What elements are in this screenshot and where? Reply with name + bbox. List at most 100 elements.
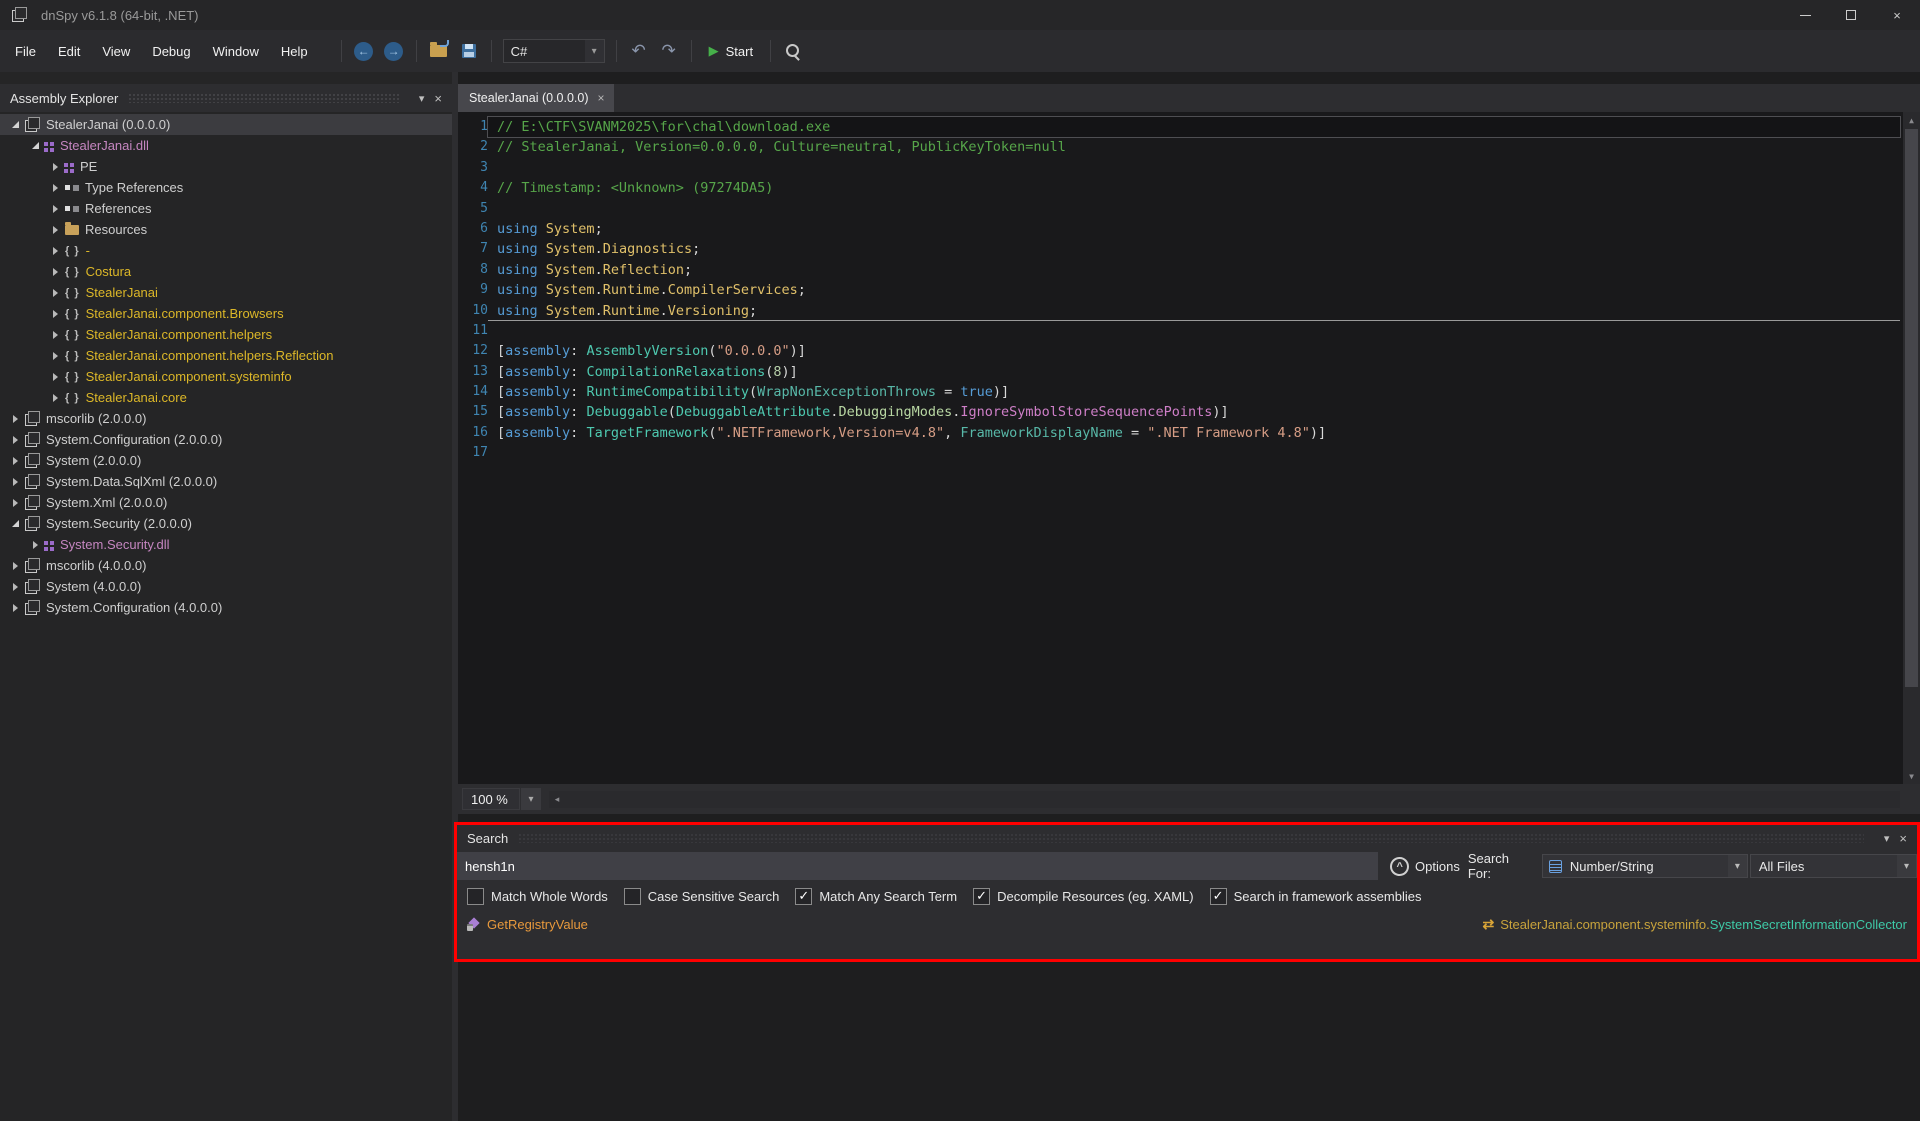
search-for-dropdown[interactable]: Number/String ▾ — [1542, 854, 1748, 878]
expand-icon[interactable] — [28, 541, 42, 549]
menu-view[interactable]: View — [91, 38, 141, 65]
search-result-location[interactable]: ⇄ StealerJanai.component.systeminfo.Syst… — [1482, 916, 1907, 933]
expand-icon[interactable] — [8, 604, 22, 612]
tree-item[interactable]: mscorlib (4.0.0.0) — [0, 555, 452, 576]
menu-help[interactable]: Help — [270, 38, 319, 65]
start-debugging-button[interactable]: ▶ Start — [699, 43, 763, 59]
checked-checkbox[interactable]: ✓ — [973, 888, 990, 905]
tree-item[interactable]: { }StealerJanai.component.systeminfo — [0, 366, 452, 387]
file-filter-dropdown[interactable]: All Files ▾ — [1750, 854, 1917, 878]
save-all-button[interactable] — [454, 37, 484, 65]
options-label[interactable]: Options — [1415, 859, 1460, 874]
vertical-scrollbar[interactable]: ▲ ▼ — [1903, 112, 1920, 784]
tree-item[interactable]: System.Data.SqlXml (2.0.0.0) — [0, 471, 452, 492]
expand-icon[interactable] — [48, 352, 62, 360]
navigate-back-button[interactable]: ← — [349, 37, 379, 65]
tree-item[interactable]: { }StealerJanai.component.helpers — [0, 324, 452, 345]
tree-item[interactable]: PE — [0, 156, 452, 177]
chevron-down-icon[interactable]: ▾ — [1728, 855, 1747, 877]
scroll-up-icon[interactable]: ▲ — [1903, 112, 1920, 128]
expand-icon[interactable] — [48, 289, 62, 297]
tree-item[interactable]: Resources — [0, 219, 452, 240]
tree-item[interactable]: System (4.0.0.0) — [0, 576, 452, 597]
code-editor[interactable]: 1// E:\CTF\SVANM2025\for\chal\download.e… — [458, 112, 1920, 784]
checked-checkbox[interactable]: ✓ — [1210, 888, 1227, 905]
expand-icon[interactable] — [8, 499, 22, 507]
tree-item[interactable]: { }Costura — [0, 261, 452, 282]
close-panel-icon[interactable]: × — [1899, 831, 1907, 846]
tree-item[interactable]: System.Configuration (4.0.0.0) — [0, 597, 452, 618]
language-combobox[interactable]: C# ▾ — [503, 39, 605, 63]
tree-item[interactable]: System.Xml (2.0.0.0) — [0, 492, 452, 513]
close-panel-icon[interactable]: × — [434, 91, 442, 106]
minimize-button[interactable] — [1782, 0, 1828, 30]
expand-icon[interactable] — [8, 457, 22, 465]
menu-file[interactable]: File — [4, 38, 47, 65]
maximize-button[interactable] — [1828, 0, 1874, 30]
expand-icon[interactable] — [8, 478, 22, 486]
collapse-icon[interactable] — [28, 142, 42, 149]
tree-item[interactable]: Type References — [0, 177, 452, 198]
undo-button[interactable]: ↶ — [624, 37, 654, 65]
tree-item[interactable]: StealerJanai.dll — [0, 135, 452, 156]
checked-checkbox[interactable]: ✓ — [795, 888, 812, 905]
close-button[interactable]: × — [1874, 0, 1920, 30]
tree-item[interactable]: { }StealerJanai — [0, 282, 452, 303]
tree-item[interactable]: References — [0, 198, 452, 219]
unchecked-checkbox[interactable] — [467, 888, 484, 905]
expand-icon[interactable] — [48, 373, 62, 381]
scroll-left-icon[interactable]: ◂ — [549, 794, 565, 805]
scroll-down-icon[interactable]: ▼ — [1903, 768, 1920, 784]
menu-window[interactable]: Window — [202, 38, 270, 65]
expand-icon[interactable] — [48, 184, 62, 192]
expand-icon[interactable] — [48, 310, 62, 318]
navigate-forward-button[interactable]: → — [379, 37, 409, 65]
expand-icon[interactable] — [48, 331, 62, 339]
tree-item[interactable]: { }StealerJanai.component.Browsers — [0, 303, 452, 324]
tab-close-icon[interactable]: × — [598, 91, 605, 105]
expand-icon[interactable] — [48, 394, 62, 402]
expand-icon[interactable] — [8, 583, 22, 591]
options-toggle-icon[interactable]: ^ — [1390, 857, 1409, 876]
expand-icon[interactable] — [48, 226, 62, 234]
expand-icon[interactable] — [48, 163, 62, 171]
tab-stealerjanai[interactable]: StealerJanai (0.0.0.0) × — [458, 84, 614, 112]
tree-item[interactable]: System.Configuration (2.0.0.0) — [0, 429, 452, 450]
checkbox-decompile-resources-eg-xaml-[interactable]: ✓Decompile Resources (eg. XAML) — [973, 888, 1194, 905]
tree-item[interactable]: System.Security.dll — [0, 534, 452, 555]
tree-item[interactable]: mscorlib (2.0.0.0) — [0, 408, 452, 429]
expand-icon[interactable] — [8, 562, 22, 570]
redo-button[interactable]: ↷ — [654, 37, 684, 65]
menu-edit[interactable]: Edit — [47, 38, 91, 65]
checkbox-match-whole-words[interactable]: Match Whole Words — [467, 888, 608, 905]
expand-icon[interactable] — [8, 436, 22, 444]
search-assemblies-button[interactable] — [778, 37, 808, 65]
checkbox-match-any-search-term[interactable]: ✓Match Any Search Term — [795, 888, 957, 905]
horizontal-scrollbar[interactable]: ◂ — [549, 791, 1900, 808]
zoom-level-combobox[interactable]: 100 % ▾ — [462, 788, 541, 810]
chevron-down-icon[interactable]: ▾ — [521, 788, 541, 810]
chevron-down-icon[interactable]: ▾ — [1884, 832, 1890, 845]
collapse-icon[interactable] — [8, 121, 22, 128]
search-input[interactable] — [457, 852, 1378, 880]
scrollbar-thumb[interactable] — [1905, 129, 1918, 687]
tree-item[interactable]: System.Security (2.0.0.0) — [0, 513, 452, 534]
tree-item[interactable]: { }StealerJanai.core — [0, 387, 452, 408]
unchecked-checkbox[interactable] — [624, 888, 641, 905]
search-result-method[interactable]: GetRegistryValue — [467, 917, 588, 932]
expand-icon[interactable] — [48, 205, 62, 213]
tree-item[interactable]: System (2.0.0.0) — [0, 450, 452, 471]
chevron-down-icon[interactable]: ▾ — [585, 40, 604, 62]
chevron-down-icon[interactable]: ▾ — [1897, 855, 1916, 877]
tree-item[interactable]: { }- — [0, 240, 452, 261]
menu-debug[interactable]: Debug — [141, 38, 201, 65]
tree-item[interactable]: StealerJanai (0.0.0.0) — [0, 114, 452, 135]
expand-icon[interactable] — [48, 247, 62, 255]
expand-icon[interactable] — [48, 268, 62, 276]
collapse-icon[interactable] — [8, 520, 22, 527]
open-file-button[interactable] — [424, 37, 454, 65]
expand-icon[interactable] — [8, 415, 22, 423]
tree-item[interactable]: { }StealerJanai.component.helpers.Reflec… — [0, 345, 452, 366]
chevron-down-icon[interactable]: ▾ — [419, 92, 425, 105]
checkbox-case-sensitive-search[interactable]: Case Sensitive Search — [624, 888, 780, 905]
